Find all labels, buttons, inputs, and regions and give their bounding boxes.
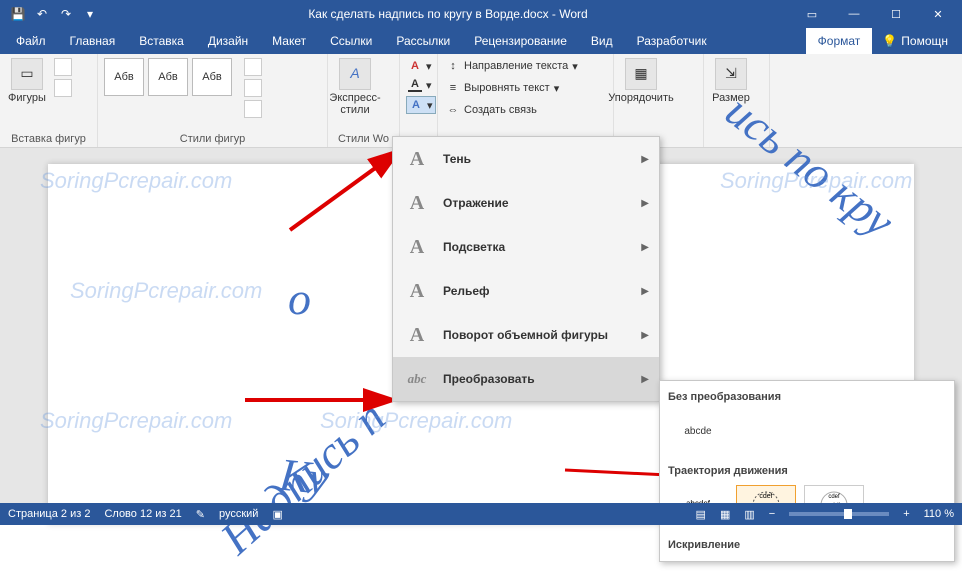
transform-none[interactable]: abcde [668, 411, 728, 451]
text-effects-button[interactable]: A▾ [406, 96, 436, 114]
arrange-button[interactable]: ▦ Упорядочить [620, 58, 662, 104]
chevron-right-icon: ▶ [641, 198, 649, 209]
menu-glow[interactable]: A Подсветка ▶ [393, 225, 659, 269]
transform-submenu: Без преобразования abcde Траектория движ… [659, 380, 955, 562]
text-outline-button[interactable]: A▾ [406, 77, 436, 93]
menu-shadow[interactable]: A Тень ▶ [393, 137, 659, 181]
window-title: Как сделать надпись по кругу в Ворде.doc… [104, 7, 792, 21]
arrange-icon: ▦ [625, 58, 657, 90]
ribbon-options-icon[interactable]: ▭ [792, 0, 832, 28]
svg-text:cdef: cdef [828, 494, 840, 500]
group-shape-styles: Стили фигур [104, 131, 321, 145]
chevron-right-icon: ▶ [641, 154, 649, 165]
align-text-button[interactable]: ≡Выровнять текст ▾ [444, 80, 580, 96]
menu-3d-rotation[interactable]: A Поворот объемной фигуры ▶ [393, 313, 659, 357]
minimize-button[interactable]: — [834, 0, 874, 28]
tab-insert[interactable]: Вставка [127, 28, 196, 54]
text-fill-button[interactable]: A▾ [406, 58, 436, 74]
textbox-icon[interactable] [54, 58, 72, 76]
svg-text:cdef: cdef [759, 493, 772, 500]
save-icon[interactable]: 💾 [10, 6, 26, 22]
status-macro-icon[interactable]: ▣ [272, 508, 282, 521]
tab-mail[interactable]: Рассылки [384, 28, 462, 54]
chevron-right-icon: ▶ [641, 374, 649, 385]
tab-home[interactable]: Главная [58, 28, 128, 54]
shape-outline-icon[interactable] [244, 79, 262, 97]
zoom-out-button[interactable]: − [769, 508, 775, 520]
zoom-in-button[interactable]: + [903, 508, 909, 520]
arrange-label: Упорядочить [608, 92, 673, 104]
shape-style-2[interactable]: Абв [148, 58, 188, 96]
shape-fill-icon[interactable] [244, 58, 262, 76]
submenu-path-header: Траектория движения [666, 461, 948, 481]
zoom-slider[interactable] [789, 512, 889, 516]
wordart-icon: A [339, 58, 371, 90]
qat-more-icon[interactable]: ▾ [82, 6, 98, 22]
tell-me[interactable]: 💡 Помощн [872, 28, 958, 54]
group-wordart-styles: Стили Wo [334, 131, 393, 145]
tab-dev[interactable]: Разработчик [625, 28, 719, 54]
close-button[interactable]: ✕ [918, 0, 958, 28]
zoom-level[interactable]: 110 % [924, 508, 954, 520]
menu-reflection[interactable]: A Отражение ▶ [393, 181, 659, 225]
chevron-right-icon: ▶ [641, 286, 649, 297]
shadow-icon: A [403, 145, 431, 173]
shape-style-3[interactable]: Абв [192, 58, 232, 96]
edit-shape-icon[interactable] [54, 79, 72, 97]
menu-bevel[interactable]: A Рельеф ▶ [393, 269, 659, 313]
shape-style-1[interactable]: Абв [104, 58, 144, 96]
view-print-icon[interactable]: ▦ [720, 508, 730, 521]
redo-icon[interactable]: ↷ [58, 6, 74, 22]
menu-transform[interactable]: abc Преобразовать ▶ [393, 357, 659, 401]
shape-effects-icon[interactable] [244, 100, 262, 118]
maximize-button[interactable]: ☐ [876, 0, 916, 28]
express-styles-button[interactable]: A Экспресс-стили [334, 58, 376, 116]
group-insert-shapes: Вставка фигур [6, 131, 91, 145]
rotate3d-icon: A [403, 321, 431, 349]
status-page[interactable]: Страница 2 из 2 [8, 508, 90, 520]
text-effects-menu: A Тень ▶ A Отражение ▶ A Подсветка ▶ A Р… [392, 136, 660, 402]
shapes-button[interactable]: ▭ Фигуры [6, 58, 48, 104]
status-proofing-icon[interactable]: ✎ [196, 508, 205, 521]
shapes-icon: ▭ [11, 58, 43, 90]
submenu-none-header: Без преобразования [666, 387, 948, 407]
status-language[interactable]: русский [219, 508, 258, 520]
create-link-button[interactable]: ⇔Создать связь [444, 102, 580, 118]
chevron-right-icon: ▶ [641, 242, 649, 253]
transform-icon: abc [403, 365, 431, 393]
tab-refs[interactable]: Ссылки [318, 28, 384, 54]
text-direction-button[interactable]: ↕Направление текста ▾ [444, 58, 580, 74]
tab-file[interactable]: Файл [4, 28, 58, 54]
glow-icon: A [403, 233, 431, 261]
undo-icon[interactable]: ↶ [34, 6, 50, 22]
bevel-icon: A [403, 277, 431, 305]
chevron-right-icon: ▶ [641, 330, 649, 341]
status-words[interactable]: Слово 12 из 21 [104, 508, 181, 520]
tab-format[interactable]: Формат [806, 28, 873, 54]
tab-layout[interactable]: Макет [260, 28, 318, 54]
express-label: Экспресс-стили [329, 92, 380, 116]
shapes-label: Фигуры [8, 92, 46, 104]
tab-view[interactable]: Вид [579, 28, 625, 54]
tab-design[interactable]: Дизайн [196, 28, 260, 54]
reflection-icon: A [403, 189, 431, 217]
tab-review[interactable]: Рецензирование [462, 28, 579, 54]
view-read-icon[interactable]: ▤ [696, 508, 706, 521]
submenu-warp-header: Искривление [666, 535, 948, 555]
view-web-icon[interactable]: ▥ [744, 508, 754, 521]
